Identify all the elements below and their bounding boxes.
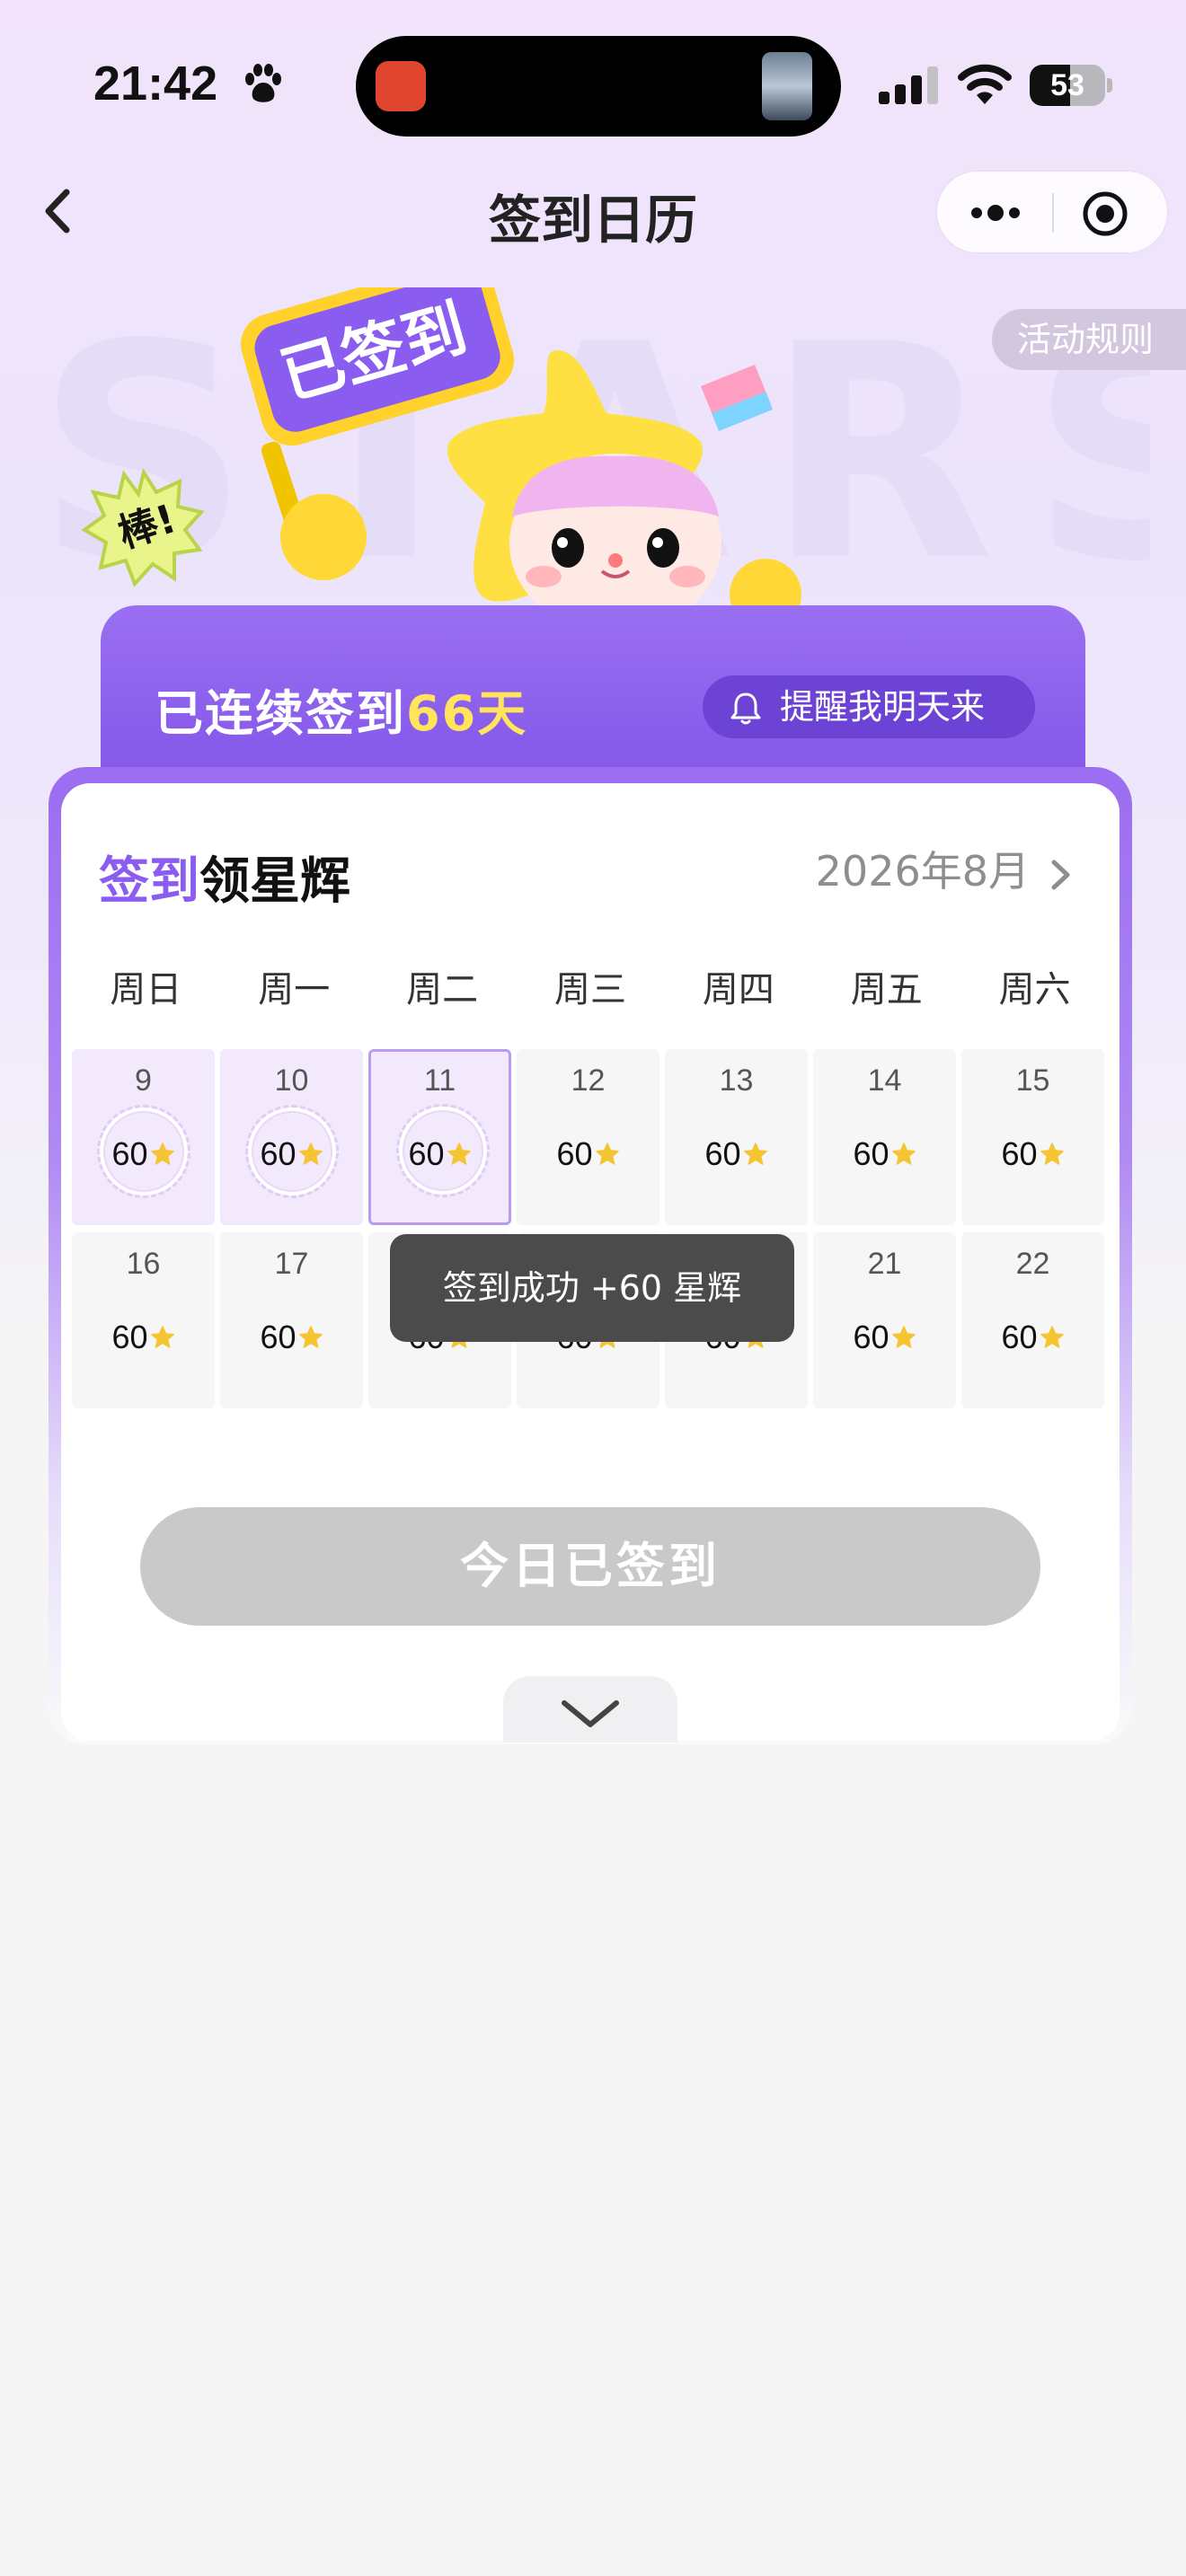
day-reward: 60 bbox=[517, 1135, 659, 1173]
star-icon bbox=[298, 1142, 323, 1165]
day-number: 17 bbox=[274, 1247, 309, 1281]
day-number: 11 bbox=[423, 1063, 456, 1098]
day-reward: 60 bbox=[961, 1135, 1104, 1173]
star-icon bbox=[150, 1326, 174, 1348]
day-reward: 60 bbox=[813, 1135, 956, 1173]
card-title-rest: 领星辉 bbox=[199, 852, 350, 911]
weekday-label: 周一 bbox=[258, 969, 331, 1010]
day-number: 16 bbox=[126, 1247, 161, 1281]
streak-days: 66天 bbox=[406, 685, 528, 742]
mini-program-capsule bbox=[936, 171, 1168, 253]
streak-text: 已连续签到66天 bbox=[155, 674, 527, 745]
day-reward: 60 bbox=[72, 1135, 215, 1173]
day-reward: 60 bbox=[220, 1135, 363, 1173]
day-number: 13 bbox=[719, 1063, 754, 1098]
back-button[interactable] bbox=[27, 180, 90, 243]
star-icon bbox=[891, 1326, 916, 1348]
wifi-icon bbox=[958, 64, 1012, 104]
calendar-day[interactable]: 16 60 bbox=[72, 1232, 215, 1408]
weekday-label: 周六 bbox=[998, 969, 1071, 1010]
calendar-day[interactable]: 12 60 bbox=[517, 1049, 659, 1225]
day-number: 9 bbox=[135, 1063, 152, 1098]
calendar-day[interactable]: 17 60 bbox=[220, 1232, 363, 1408]
day-number: 10 bbox=[274, 1063, 309, 1098]
reward-amount: 60 bbox=[260, 1135, 296, 1172]
day-reward: 60 bbox=[665, 1135, 808, 1173]
expand-calendar-button[interactable] bbox=[503, 1676, 677, 1742]
weekday-label: 周五 bbox=[850, 969, 923, 1010]
bell-icon bbox=[730, 693, 761, 725]
reward-amount: 60 bbox=[853, 1135, 890, 1172]
calendar-day[interactable]: 14 60 bbox=[813, 1049, 956, 1225]
calendar-day[interactable]: 21 60 bbox=[813, 1232, 956, 1408]
page-title: 签到日历 bbox=[488, 190, 697, 251]
remind-label: 提醒我明天来 bbox=[780, 687, 986, 727]
weekday-label: 周四 bbox=[702, 969, 774, 1010]
day-reward: 60 bbox=[961, 1319, 1104, 1356]
card-title-accent: 签到 bbox=[99, 852, 199, 911]
status-time: 21:42 bbox=[93, 57, 218, 110]
day-reward: 60 bbox=[220, 1319, 363, 1356]
activity-rules-button[interactable]: 活动规则 bbox=[992, 309, 1186, 370]
streak-prefix: 已连续签到 bbox=[155, 685, 406, 742]
calendar-grid: 9601060116012601360146015601660176018601… bbox=[72, 1049, 1112, 1408]
status-bar: 21:42 53 bbox=[0, 0, 1186, 153]
reward-amount: 60 bbox=[111, 1319, 148, 1355]
reward-amount: 60 bbox=[853, 1319, 890, 1355]
reward-amount: 60 bbox=[556, 1135, 593, 1172]
day-reward: 60 bbox=[72, 1319, 215, 1356]
dynamic-island bbox=[356, 36, 841, 137]
weekday-label: 周三 bbox=[553, 969, 626, 1010]
great-badge: 棒! bbox=[81, 467, 205, 587]
star-icon bbox=[743, 1142, 767, 1165]
day-reward: 60 bbox=[813, 1319, 956, 1356]
reward-amount: 60 bbox=[1001, 1135, 1038, 1172]
star-icon bbox=[298, 1326, 323, 1348]
reward-amount: 60 bbox=[260, 1319, 296, 1355]
day-number: 14 bbox=[867, 1063, 902, 1098]
chevron-right-icon bbox=[1051, 860, 1070, 889]
close-target-icon[interactable] bbox=[1081, 190, 1129, 238]
day-number: 21 bbox=[867, 1247, 902, 1281]
reward-amount: 60 bbox=[704, 1135, 741, 1172]
star-icon bbox=[447, 1142, 471, 1165]
star-icon bbox=[595, 1142, 619, 1165]
signed-today-button[interactable]: 今日已签到 bbox=[140, 1507, 1040, 1626]
weekday-label: 周日 bbox=[110, 969, 182, 1010]
star-icon bbox=[891, 1142, 916, 1165]
app-icon bbox=[376, 61, 426, 111]
day-number: 22 bbox=[1015, 1247, 1050, 1281]
battery-indicator: 53 bbox=[1030, 65, 1112, 106]
reward-amount: 60 bbox=[1001, 1319, 1038, 1355]
day-reward: 60 bbox=[371, 1135, 509, 1173]
card-title: 签到领星辉 bbox=[99, 841, 350, 913]
weekday-label: 周二 bbox=[406, 969, 479, 1010]
calendar-day[interactable]: 10 60 bbox=[220, 1049, 363, 1225]
media-thumbnail bbox=[762, 52, 812, 120]
battery-percentage: 53 bbox=[1050, 68, 1084, 102]
day-number: 12 bbox=[571, 1063, 606, 1098]
calendar-day[interactable]: 11 60 bbox=[368, 1049, 511, 1225]
streak-banner: 已连续签到66天 提醒我明天来 bbox=[101, 605, 1085, 785]
chevron-down-icon bbox=[562, 1700, 619, 1727]
star-icon bbox=[1040, 1142, 1064, 1165]
day-number: 15 bbox=[1015, 1063, 1050, 1098]
calendar-day[interactable]: 13 60 bbox=[665, 1049, 808, 1225]
star-icon bbox=[1040, 1326, 1064, 1348]
reward-amount: 60 bbox=[408, 1135, 445, 1172]
month-label: 2026年8月 bbox=[815, 847, 1030, 895]
remind-tomorrow-button[interactable]: 提醒我明天来 bbox=[703, 675, 1035, 738]
star-icon bbox=[150, 1142, 174, 1165]
paw-icon bbox=[245, 64, 281, 102]
weekday-header: 周日 周一 周二 周三 周四 周五 周六 bbox=[72, 963, 1109, 1017]
calendar-day[interactable]: 9 60 bbox=[72, 1049, 215, 1225]
more-icon[interactable] bbox=[968, 195, 1023, 231]
month-selector[interactable]: 2026年8月 bbox=[816, 839, 1073, 898]
reward-amount: 60 bbox=[111, 1135, 148, 1172]
cellular-signal-icon bbox=[879, 66, 938, 104]
calendar-day[interactable]: 22 60 bbox=[961, 1232, 1104, 1408]
success-toast: 签到成功 +60 星辉 bbox=[390, 1234, 794, 1342]
calendar-day[interactable]: 15 60 bbox=[961, 1049, 1104, 1225]
